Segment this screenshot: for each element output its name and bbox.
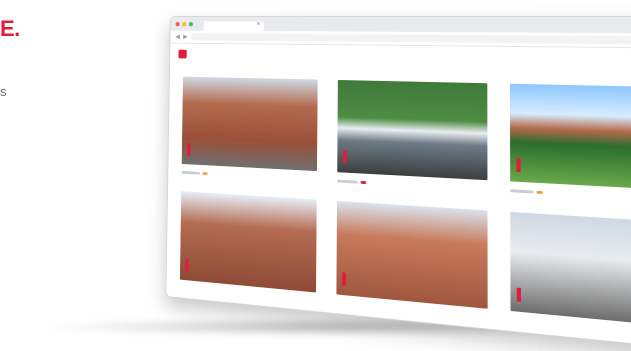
listing-photo[interactable] xyxy=(337,80,488,180)
listing-card[interactable] xyxy=(511,212,631,327)
for-sale-sign xyxy=(517,288,521,302)
listing-photo[interactable] xyxy=(510,84,631,191)
tab-close-icon[interactable]: × xyxy=(257,21,261,27)
for-sale-sign xyxy=(517,158,521,172)
back-icon[interactable]: ◀ xyxy=(175,33,180,40)
listing-card[interactable] xyxy=(180,191,317,292)
site-logo[interactable] xyxy=(178,50,186,59)
listing-card[interactable] xyxy=(337,80,488,191)
listings-grid xyxy=(167,64,631,329)
background-text: s xyxy=(0,84,7,99)
for-sale-sign xyxy=(342,272,346,285)
browser-tab[interactable]: × xyxy=(204,21,264,31)
listing-meta xyxy=(511,189,631,202)
address-bar[interactable] xyxy=(191,33,631,44)
brand-heading: E. xyxy=(0,16,20,42)
listing-photo[interactable] xyxy=(336,201,488,309)
listing-meta xyxy=(182,171,317,181)
browser-mockup: × ◀ ▶ xyxy=(166,16,631,328)
maximize-dot[interactable] xyxy=(189,22,193,26)
listing-photo[interactable] xyxy=(511,212,631,327)
forward-icon[interactable]: ▶ xyxy=(183,33,188,40)
for-sale-sign xyxy=(187,143,191,155)
listing-card[interactable] xyxy=(182,77,318,182)
listing-photo[interactable] xyxy=(182,77,318,171)
for-sale-sign xyxy=(185,259,189,272)
browser-window: × ◀ ▶ xyxy=(165,16,631,351)
minimize-dot[interactable] xyxy=(182,22,186,26)
listing-card[interactable] xyxy=(510,84,631,202)
for-sale-sign xyxy=(343,150,347,163)
listing-card[interactable] xyxy=(336,201,488,309)
listing-meta xyxy=(337,180,488,191)
listing-photo[interactable] xyxy=(180,191,317,292)
close-dot[interactable] xyxy=(176,22,180,26)
